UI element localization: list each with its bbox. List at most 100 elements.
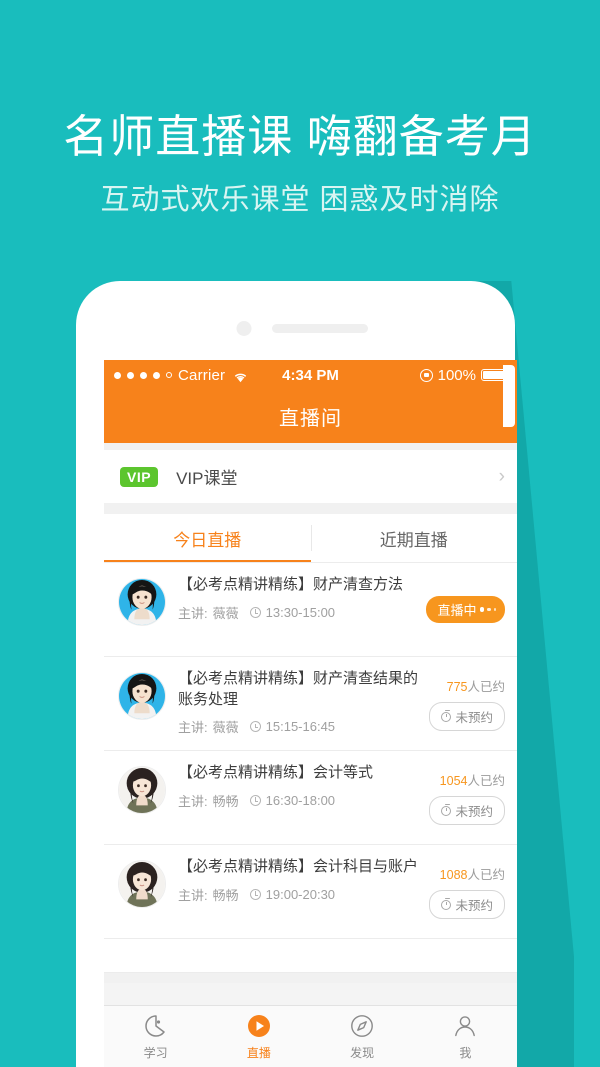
course-title: 【必考点精讲精练】财产清查方法 bbox=[178, 576, 404, 593]
course-time: 13:30-15:00 bbox=[265, 604, 336, 620]
book-button[interactable]: 未预约 bbox=[429, 890, 505, 919]
tab-me-label: 我 bbox=[459, 1045, 472, 1060]
course-title: 【必考点精讲精练】会计科目与账户 bbox=[178, 858, 419, 875]
speaker-name: 薇薇 bbox=[212, 720, 239, 736]
vip-course-row[interactable]: VIP VIP课堂 › bbox=[104, 450, 517, 503]
rotation-lock-icon bbox=[419, 368, 433, 382]
book-button-label: 未预约 bbox=[455, 899, 493, 913]
live-now-badge[interactable]: 直播中 bbox=[426, 596, 505, 623]
course-time: 19:00-20:30 bbox=[265, 886, 336, 902]
booked-count-number: 775 bbox=[446, 680, 468, 694]
course-meta: 主讲: 薇薇 13:30-15:00 bbox=[178, 603, 420, 622]
phone-screen: Carrier 4:34 PM 100% 直播间 VIP VIP课堂 › 今日直… bbox=[104, 360, 517, 1067]
list-item[interactable]: 【必考点精讲精练】财产清查方法 主讲: 薇薇 13:30-15:00 直播中 bbox=[104, 563, 517, 657]
power-button[interactable] bbox=[503, 365, 515, 427]
signal-dot-2 bbox=[127, 371, 134, 379]
course-time: 15:15-16:45 bbox=[265, 719, 336, 735]
volume-down-button[interactable] bbox=[76, 547, 88, 603]
live-course-list: 【必考点精讲精练】财产清查方法 主讲: 薇薇 13:30-15:00 直播中 【… bbox=[104, 563, 517, 983]
wifi-icon bbox=[233, 370, 248, 382]
timer-icon bbox=[441, 803, 452, 816]
carrier-label: Carrier bbox=[178, 366, 226, 384]
booked-count-text: 人已约 bbox=[467, 774, 505, 788]
booked-count: 1054人已约 bbox=[440, 770, 505, 789]
booked-count-number: 1054 bbox=[439, 774, 468, 788]
study-icon bbox=[143, 1013, 169, 1039]
tab-upcoming-live-label: 近期直播 bbox=[379, 530, 448, 550]
signal-dot-1 bbox=[114, 371, 121, 379]
navigation-bar: 直播间 bbox=[104, 390, 517, 443]
compass-icon bbox=[349, 1013, 375, 1039]
vip-course-label: VIP课堂 bbox=[176, 469, 238, 488]
speaker-prefix: 主讲: bbox=[178, 887, 208, 903]
book-button[interactable]: 未预约 bbox=[429, 796, 505, 825]
list-item-actions: 1054人已约 未预约 bbox=[429, 770, 505, 825]
status-bar: Carrier 4:34 PM 100% bbox=[104, 360, 517, 390]
avatar bbox=[118, 766, 166, 814]
course-title: 【必考点精讲精练】会计等式 bbox=[178, 764, 374, 781]
signal-dot-4 bbox=[153, 371, 160, 379]
tab-live[interactable]: 直播 bbox=[207, 1006, 310, 1067]
list-item-actions: 775人已约 未预约 bbox=[429, 676, 505, 731]
booked-count-number: 1088 bbox=[439, 868, 468, 882]
book-button[interactable]: 未预约 bbox=[429, 702, 505, 731]
page-title: 直播间 bbox=[279, 408, 342, 430]
course-meta: 主讲: 畅畅 16:30-18:00 bbox=[178, 791, 423, 810]
silent-switch-button[interactable] bbox=[76, 423, 88, 455]
tab-discover-label: 发现 bbox=[350, 1045, 375, 1060]
tab-discover[interactable]: 发现 bbox=[311, 1006, 414, 1067]
course-meta: 主讲: 薇薇 15:15-16:45 bbox=[178, 717, 423, 736]
list-bottom-gap bbox=[104, 973, 517, 983]
tab-today-live-label: 今日直播 bbox=[173, 530, 242, 550]
booked-count: 775人已约 bbox=[447, 676, 505, 695]
clock-icon bbox=[249, 721, 261, 733]
avatar bbox=[118, 860, 166, 908]
clock-icon bbox=[249, 794, 261, 806]
speaker-name: 畅畅 bbox=[212, 887, 239, 903]
booked-count: 1088人已约 bbox=[440, 864, 505, 883]
speaker-prefix: 主讲: bbox=[178, 605, 208, 621]
timer-icon bbox=[441, 897, 452, 910]
person-icon bbox=[452, 1013, 478, 1039]
list-item[interactable]: 【必考点精讲精练】会计科目与账户 主讲: 畅畅 19:00-20:30 1088… bbox=[104, 845, 517, 939]
speaker-name: 畅畅 bbox=[212, 793, 239, 809]
tab-upcoming-live[interactable]: 近期直播 bbox=[311, 514, 518, 562]
signal-dot-3 bbox=[140, 371, 147, 379]
avatar bbox=[118, 578, 166, 626]
status-bar-time: 4:34 PM bbox=[282, 366, 339, 384]
speaker-prefix: 主讲: bbox=[178, 793, 208, 809]
status-bar-left: Carrier bbox=[104, 367, 248, 384]
bottom-tab-bar: 学习 直播 发现 我 bbox=[104, 1005, 517, 1067]
earpiece-speaker bbox=[271, 324, 368, 333]
list-item-actions: 直播中 bbox=[426, 596, 505, 623]
speaker-name: 薇薇 bbox=[212, 605, 239, 621]
front-camera-icon bbox=[236, 321, 251, 336]
signal-dot-5 bbox=[166, 372, 172, 378]
list-item-actions: 1088人已约 未预约 bbox=[429, 864, 505, 919]
speaker-prefix: 主讲: bbox=[178, 720, 208, 736]
list-item[interactable]: 【必考点精讲精练】财产清查结果的账务处理 主讲: 薇薇 15:15-16:45 … bbox=[104, 657, 517, 751]
avatar bbox=[118, 672, 166, 720]
divider-below-vip bbox=[104, 503, 517, 514]
clock-icon bbox=[249, 888, 261, 900]
clock-icon bbox=[249, 606, 261, 618]
list-item-main: 【必考点精讲精练】财产清查结果的账务处理 主讲: 薇薇 15:15-16:45 bbox=[166, 669, 429, 736]
live-tabs: 今日直播 近期直播 bbox=[104, 514, 517, 562]
list-item-main: 【必考点精讲精练】财产清查方法 主讲: 薇薇 13:30-15:00 bbox=[166, 575, 426, 622]
promo-subheadline: 互动式欢乐课堂 困惑及时消除 bbox=[100, 183, 500, 216]
live-dot-2 bbox=[487, 607, 491, 612]
tab-study[interactable]: 学习 bbox=[104, 1006, 207, 1067]
course-meta: 主讲: 畅畅 19:00-20:30 bbox=[178, 885, 423, 904]
list-item[interactable]: 【必考点精讲精练】会计等式 主讲: 畅畅 16:30-18:00 1054人已约 bbox=[104, 751, 517, 845]
tab-today-live[interactable]: 今日直播 bbox=[104, 514, 311, 562]
booked-count-text: 人已约 bbox=[467, 680, 505, 694]
tab-me[interactable]: 我 bbox=[414, 1006, 517, 1067]
book-button-label: 未预约 bbox=[455, 711, 493, 725]
list-item-main: 【必考点精讲精练】会计等式 主讲: 畅畅 16:30-18:00 bbox=[166, 763, 429, 810]
phone-body: Carrier 4:34 PM 100% 直播间 VIP VIP课堂 › 今日直… bbox=[76, 281, 517, 1067]
book-button-label: 未预约 bbox=[455, 805, 493, 819]
volume-up-button[interactable] bbox=[76, 477, 88, 533]
promo-headline: 名师直播课 嗨翻备考月 bbox=[63, 111, 537, 162]
live-now-label: 直播中 bbox=[437, 603, 477, 618]
vip-badge: VIP bbox=[120, 466, 159, 487]
